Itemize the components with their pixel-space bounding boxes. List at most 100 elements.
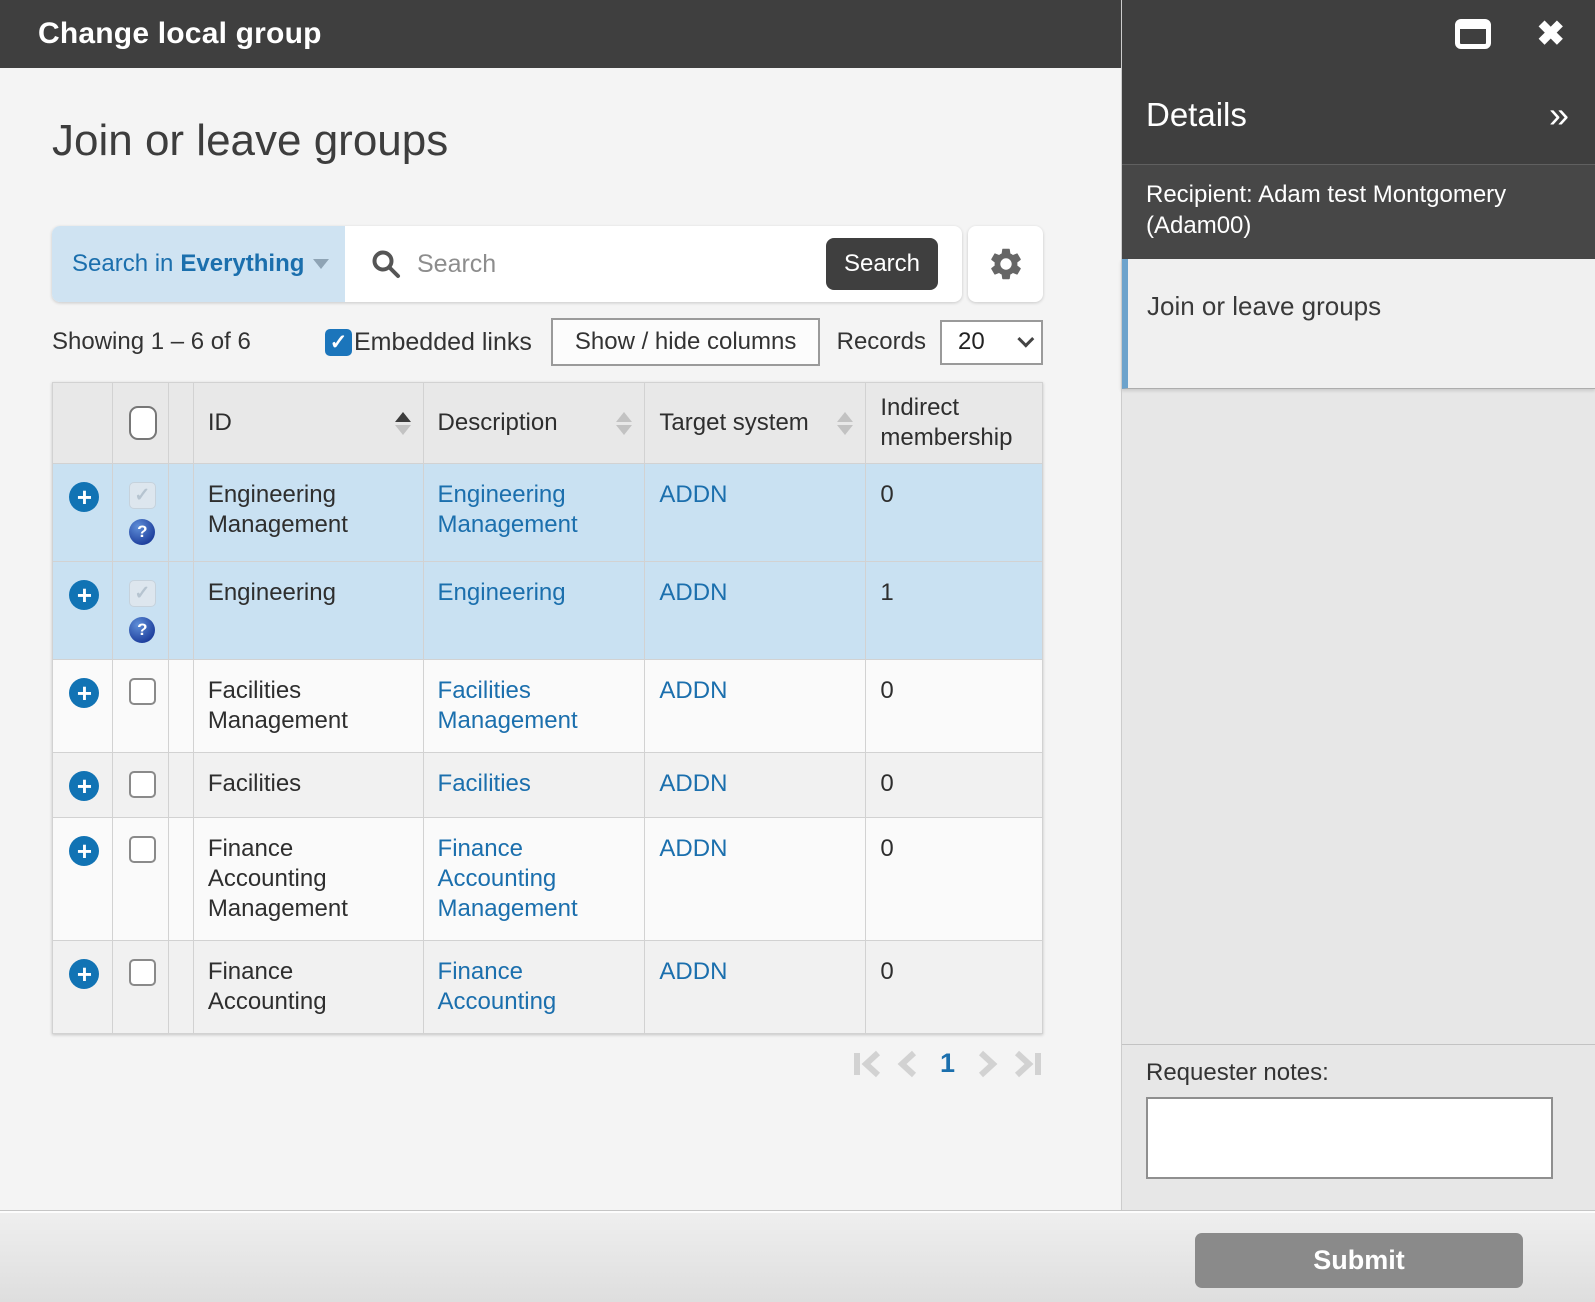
sort-icons [394,411,415,435]
table-row: + Facilities Management Facilities Manag… [52,659,1043,753]
cell-id: Finance Accounting Management [192,817,424,941]
column-header-description[interactable]: Description [422,382,646,464]
panel-filler [1121,389,1595,1044]
search-scope-label: Search in [72,250,174,277]
cell-id: Facilities Management [192,659,424,753]
cell-target-system-link[interactable]: ADDN [644,752,867,818]
search-input[interactable]: Search Search [345,238,962,290]
row-checkbox[interactable] [128,959,156,986]
next-page-icon[interactable] [975,1049,1001,1079]
search-settings-button[interactable] [968,226,1043,302]
cell-indirect-membership: 0 [865,659,1043,753]
chevron-down-icon [1017,330,1035,348]
table-row: + Facilities Facilities ADDN 0 [52,752,1043,818]
panel-divider [1121,0,1122,1302]
close-icon[interactable]: ✖ [1537,17,1566,51]
row-checkbox[interactable] [128,678,156,705]
submit-button[interactable]: Submit [1195,1233,1523,1288]
cell-id: Finance Accounting [192,940,424,1034]
cell-indirect-membership: 0 [865,463,1043,562]
cell-indirect-membership: 0 [865,817,1043,941]
records-value: 20 [958,328,985,355]
table-row: + Finance Accounting Finance Accounting … [52,940,1043,1034]
row-checkbox[interactable]: ✓ [128,482,156,509]
cell-target-system-link[interactable]: ADDN [644,817,867,941]
expand-row-icon[interactable]: + [69,771,100,801]
cell-description-link[interactable]: Engineering Management [422,463,646,562]
cell-description-link[interactable]: Facilities Management [422,659,646,753]
pagination: 1 [52,1048,1043,1079]
expand-row-icon[interactable]: + [69,580,100,610]
question-circle-icon[interactable]: ? [129,519,156,545]
cell-target-system-link[interactable]: ADDN [644,463,867,562]
search-button[interactable]: Search [826,238,938,290]
column-header-target-system[interactable]: Target system [644,382,867,464]
details-title: Details [1146,96,1247,133]
recipient-info: Recipient: Adam test Montgomery (Adam00) [1121,164,1595,259]
row-checkbox[interactable]: ✓ [128,580,156,607]
main-area: Join or leave groups Search in Everythin… [0,68,1121,1210]
requester-notes-label: Requester notes: [1146,1059,1329,1086]
cell-target-system-link[interactable]: ADDN [644,561,867,660]
sort-icons [837,411,857,435]
cell-indirect-membership: 1 [865,561,1043,660]
first-page-icon[interactable] [852,1049,886,1079]
question-circle-icon[interactable]: ? [129,617,156,643]
titlebar: Change local group ✖ [0,0,1595,68]
search-placeholder: Search [417,249,497,278]
records-label: Records [836,328,926,355]
table-row: + Finance Accounting Management Finance … [52,817,1043,941]
embedded-links-checkbox[interactable]: ✓ [325,328,352,356]
select-all-header [111,382,169,464]
details-panel: Details » Recipient: Adam test Montgomer… [1121,68,1595,1210]
search-icon [372,250,400,278]
table-row: + ✓ ? Engineering Management Engineering… [52,463,1043,562]
cell-id: Facilities [192,752,424,818]
prev-page-icon[interactable] [894,1049,920,1079]
cell-indirect-membership: 0 [865,752,1043,818]
search-box: Search in Everything Search Search [52,226,962,302]
requester-notes-input[interactable] [1146,1097,1553,1179]
search-scope-dropdown[interactable]: Search in Everything [52,226,345,302]
footer: Submit [0,1210,1595,1302]
requester-notes-section: Requester notes: [1121,1044,1595,1210]
expand-row-icon[interactable]: + [69,678,100,708]
cell-description-link[interactable]: Finance Accounting [422,940,646,1034]
expand-row-icon[interactable]: + [69,836,100,866]
cell-description-link[interactable]: Engineering [422,561,646,660]
table-header-row: ID Description Target system Indirect me… [52,382,1043,464]
dialog-title: Change local group [38,17,322,50]
expand-column-header [52,382,113,464]
showing-count: Showing 1 – 6 of 6 [52,328,251,355]
expand-row-icon[interactable]: + [69,959,100,989]
records-select[interactable]: 20 [940,319,1043,365]
current-page[interactable]: 1 [940,1048,955,1079]
cell-indirect-membership: 0 [865,940,1043,1034]
page-title: Join or leave groups [52,116,449,165]
show-hide-columns-button[interactable]: Show / hide columns [550,318,821,366]
search-scope-value: Everything [180,250,305,277]
spacer-column-header [167,382,194,464]
row-checkbox[interactable] [128,771,156,798]
gear-icon [990,248,1021,280]
details-panel-header: Details » [1121,68,1595,164]
double-chevron-right-icon[interactable]: » [1549,97,1569,133]
row-checkbox[interactable] [128,836,156,863]
maximize-icon[interactable] [1454,19,1491,49]
select-all-checkbox[interactable] [129,406,158,440]
expand-row-icon[interactable]: + [69,482,100,512]
cell-description-link[interactable]: Finance Accounting Management [422,817,646,941]
cell-target-system-link[interactable]: ADDN [644,940,867,1034]
last-page-icon[interactable] [1009,1049,1043,1079]
cell-target-system-link[interactable]: ADDN [644,659,867,753]
cell-id: Engineering [192,561,424,660]
sort-icons [616,411,636,435]
column-header-id[interactable]: ID [192,382,424,464]
cell-id: Engineering Management [192,463,424,562]
cell-description-link[interactable]: Facilities [422,752,646,818]
column-header-indirect-membership[interactable]: Indirect membership [865,382,1043,464]
change-local-group-dialog: Change local group ✖ Join or leave group… [0,0,1595,1302]
chevron-down-icon [313,259,329,269]
search-row: Search in Everything Search Search [52,226,1043,302]
details-item-join-or-leave-groups[interactable]: Join or leave groups [1121,259,1595,389]
